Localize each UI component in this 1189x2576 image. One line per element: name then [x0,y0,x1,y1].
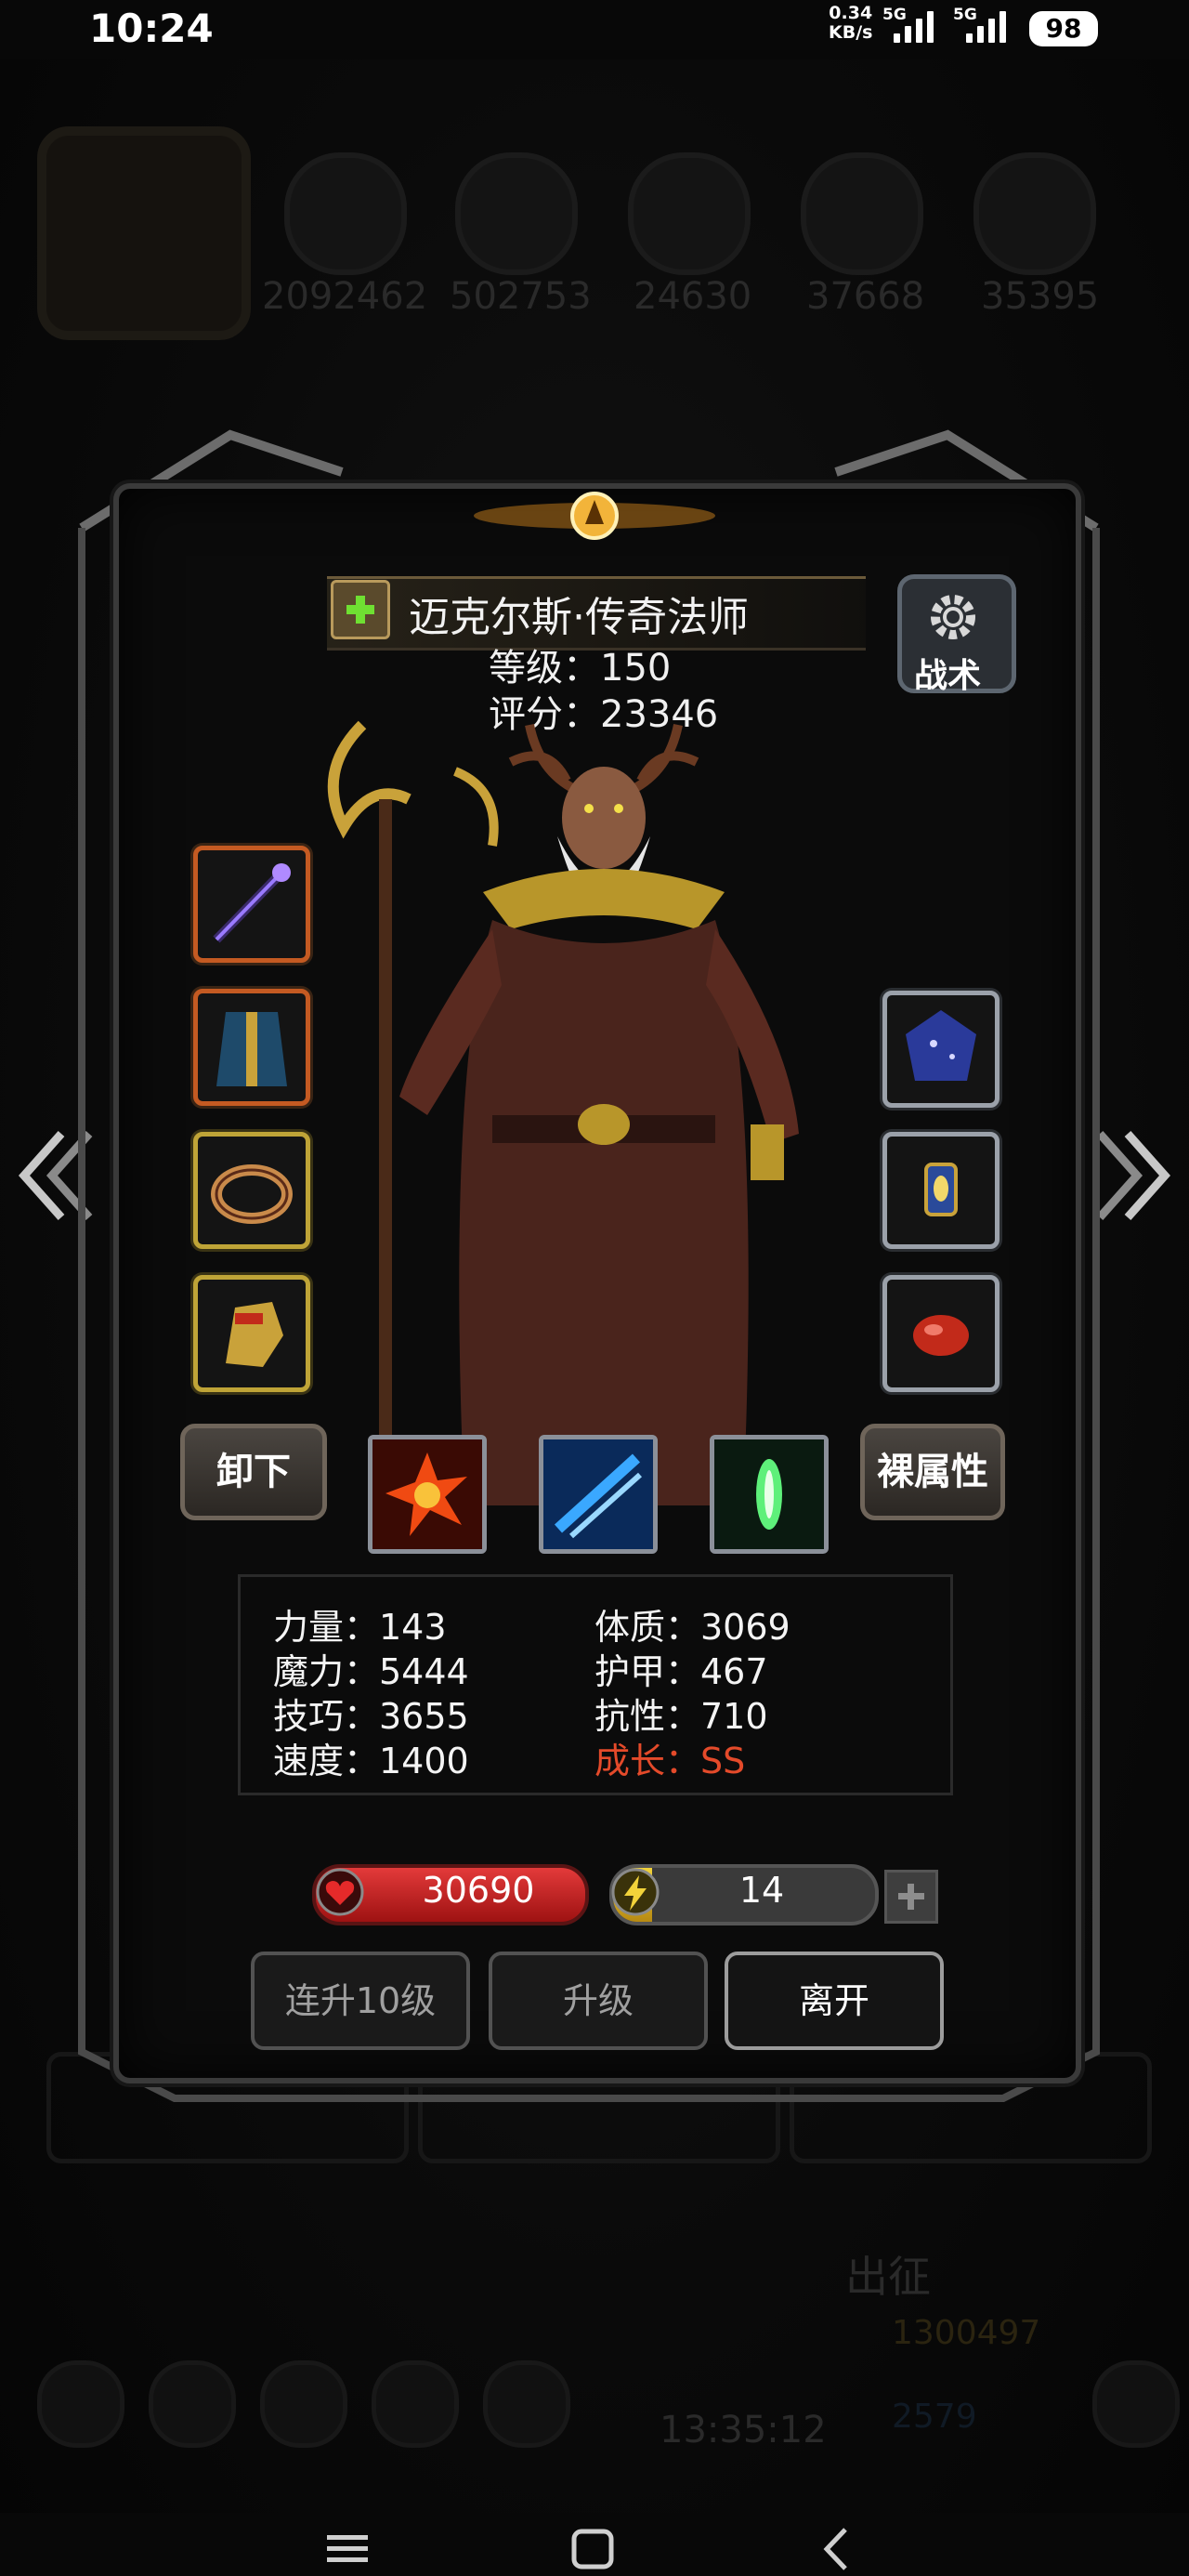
background-menu-icon [260,2360,347,2448]
background-timer: 13:35:12 [660,2409,827,2451]
hero-name: 迈克尔斯·传奇法师 [409,594,749,641]
background-gold-value: 1300497 [892,2314,1041,2352]
signal-bars-1-icon [894,11,934,43]
network-speed: 0.34 KB/s [829,4,872,43]
equipment-slot-weapon[interactable] [193,846,310,963]
stat-constitution: 体质：3069 [594,1607,790,1648]
ice-slash-skill-icon [543,1439,653,1549]
back-icon[interactable] [817,2526,855,2572]
gem-orb-icon [906,1010,976,1081]
stat-speed: 速度：1400 [273,1741,469,1781]
add-hero-plus-icon[interactable] [331,580,390,639]
gear-icon [931,595,975,639]
stat-armor: 护甲：467 [594,1651,768,1692]
background-resource-icon [628,152,751,275]
level-up-10-button[interactable]: 连升10级 [251,1952,470,2050]
robe-armor-icon [216,1012,287,1086]
network-speed-unit: KB/s [829,22,873,43]
background-resource-value: 24630 [634,275,752,318]
background-resource-value: 35395 [981,275,1100,318]
signal-bars-2-icon [966,11,1006,43]
ring-icon [211,1164,293,1224]
background-resource-icon [455,152,578,275]
home-icon[interactable] [568,2528,617,2570]
red-stone-icon [913,1315,969,1356]
level-up-button[interactable]: 升级 [489,1952,708,2050]
gauntlet-icon [226,1302,283,1367]
background-resource-value: 37668 [806,275,925,318]
background-player-avatar [37,126,251,340]
unequip-button[interactable]: 卸下 [180,1424,327,1520]
equipment-slot-gloves[interactable] [193,1275,310,1392]
equipment-slot-armor[interactable] [193,989,310,1106]
stat-magic: 魔力：5444 [273,1651,469,1692]
background-menu-icon [37,2360,124,2448]
stat-strength: 力量：143 [273,1607,447,1648]
lantern-icon [924,1163,958,1216]
equipment-slot-ring[interactable] [193,1132,310,1249]
equipment-slot-stone[interactable] [882,1275,1000,1392]
network-speed-value: 0.34 [829,3,873,23]
background-menu-icon [372,2360,459,2448]
stat-resistance: 抗性：710 [594,1696,768,1737]
background-expedition-label: 出征 [845,2252,931,2302]
background-resource-icon [801,152,923,275]
background-resource-value: 2092462 [262,275,428,318]
add-energy-button[interactable] [884,1870,938,1924]
background-menu-icon [483,2360,570,2448]
background-resource-value: 502753 [450,275,592,318]
background-menu-icon [1092,2360,1180,2448]
equipment-slot-orb[interactable] [882,991,1000,1108]
lightning-icon [611,1868,660,1916]
skill-slot-fire[interactable] [368,1435,487,1554]
background-resource-icon [973,152,1096,275]
heart-icon [316,1868,364,1916]
stat-growth: 成长：SS [594,1741,746,1781]
base-attributes-button[interactable]: 裸属性 [860,1424,1005,1520]
panel-crest-icon [474,492,715,540]
background-gem-value: 2579 [892,2398,977,2436]
hero-portrait [327,720,799,1543]
skill-slot-ice[interactable] [539,1435,658,1554]
equipment-slot-lantern[interactable] [882,1132,1000,1249]
skill-slot-light[interactable] [710,1435,829,1554]
battery-indicator: 98 [1029,11,1098,46]
staff-weapon-icon [213,863,291,943]
hp-value: 30690 [422,1870,535,1911]
green-light-skill-icon [714,1439,824,1549]
leave-button[interactable]: 离开 [725,1952,944,2050]
energy-value: 14 [738,1870,785,1911]
tactics-label: 战术 [914,657,982,695]
fire-burst-skill-icon [372,1439,482,1549]
clock: 10:24 [89,6,214,51]
background-resource-icon [284,152,407,275]
system-navigation-bar [0,2513,1189,2576]
stat-skill: 技巧：3655 [273,1696,469,1737]
menu-icon[interactable] [325,2530,370,2567]
background-menu-icon [149,2360,236,2448]
status-bar: 10:24 0.34 KB/s 5G 5G 98 [0,0,1189,59]
